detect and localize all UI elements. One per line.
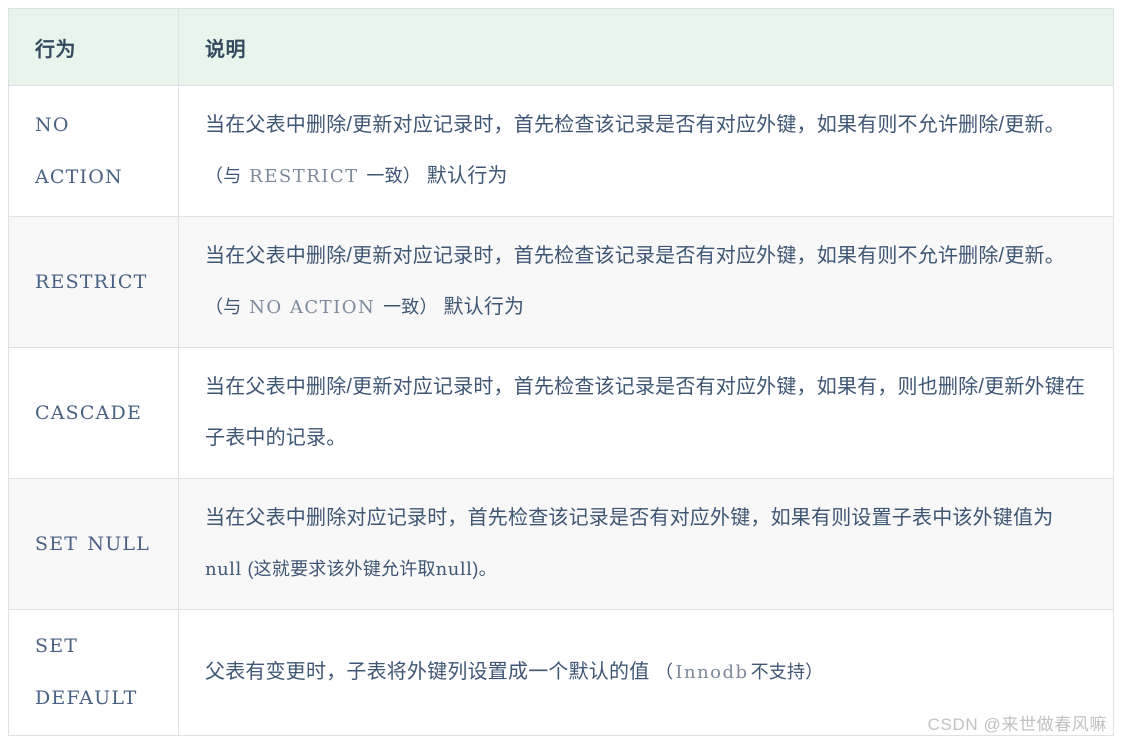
desc-suffix: 默认行为	[443, 296, 525, 318]
desc-suffix: 默认行为	[426, 165, 508, 187]
cell-description-restrict: 当在父表中删除/更新对应记录时，首先检查该记录是否有对应外键，如果有则不允许删除…	[178, 216, 1114, 348]
desc-text: 当在父表中删除/更新对应记录时，首先检查该记录是否有对应外键，如果有，则也删除/…	[205, 376, 1086, 449]
desc-code-null-2: null	[435, 559, 473, 580]
cell-description-cascade: 当在父表中删除/更新对应记录时，首先检查该记录是否有对应外键，如果有，则也删除/…	[178, 347, 1114, 479]
table-header-row: 行为 说明	[8, 8, 1114, 86]
desc-text: 当在父表中删除/更新对应记录时，首先检查该记录是否有对应外键，如果有则不允许删除…	[205, 114, 1065, 136]
desc-paren-open: （	[655, 661, 674, 682]
column-header-action: 行为	[8, 8, 179, 86]
foreign-key-behavior-table-container: 行为 说明 NO ACTION 当在父表中删除/更新对应记录时，首先检查该记录是…	[8, 8, 1114, 736]
desc-tail-text: )。	[472, 559, 497, 579]
table-row: SET NULL 当在父表中删除对应记录时，首先检查该记录是否有对应外键，如果有…	[8, 478, 1114, 610]
cell-description-no-action: 当在父表中删除/更新对应记录时，首先检查该记录是否有对应外键，如果有则不允许删除…	[178, 85, 1114, 217]
column-header-description: 说明	[178, 8, 1114, 86]
cell-action-restrict: RESTRICT	[8, 216, 179, 348]
desc-paren-close: 一致）	[366, 166, 422, 186]
desc-keyword: RESTRICT	[249, 166, 359, 187]
table-row: SET DEFAULT 父表有变更时，子表将外键列设置成一个默认的值 （Inno…	[8, 609, 1114, 736]
desc-text: 父表有变更时，子表将外键列设置成一个默认的值	[205, 660, 650, 683]
desc-text: 当在父表中删除/更新对应记录时，首先检查该记录是否有对应外键，如果有则不允许删除…	[205, 245, 1065, 267]
table-row: RESTRICT 当在父表中删除/更新对应记录时，首先检查该记录是否有对应外键，…	[8, 216, 1114, 348]
cell-description-set-default: 父表有变更时，子表将外键列设置成一个默认的值 （Innodb 不支持）	[178, 609, 1114, 736]
cell-action-cascade: CASCADE	[8, 347, 179, 479]
cell-action-set-null: SET NULL	[8, 478, 179, 610]
desc-text: 当在父表中删除对应记录时，首先检查该记录是否有对应外键，如果有则设置子表中该外键…	[205, 507, 1054, 529]
foreign-key-behavior-table: 行为 说明 NO ACTION 当在父表中删除/更新对应记录时，首先检查该记录是…	[8, 8, 1114, 736]
cell-action-set-default: SET DEFAULT	[8, 609, 179, 736]
desc-paren-close: 不支持）	[750, 661, 824, 682]
table-row: NO ACTION 当在父表中删除/更新对应记录时，首先检查该记录是否有对应外键…	[8, 85, 1114, 217]
cell-description-set-null: 当在父表中删除对应记录时，首先检查该记录是否有对应外键，如果有则设置子表中该外键…	[178, 478, 1114, 610]
desc-mid-text: (这就要求该外键允许取	[247, 559, 436, 579]
cell-action-no-action: NO ACTION	[8, 85, 179, 217]
desc-code-null-1: null	[205, 559, 242, 580]
desc-keyword: Innodb	[675, 661, 749, 683]
table-row: CASCADE 当在父表中删除/更新对应记录时，首先检查该记录是否有对应外键，如…	[8, 347, 1114, 479]
desc-paren-open: （与	[205, 166, 242, 186]
desc-keyword: NO ACTION	[249, 297, 376, 318]
desc-paren-open: （与	[205, 297, 242, 317]
desc-paren-close: 一致）	[383, 297, 438, 317]
table-body: NO ACTION 当在父表中删除/更新对应记录时，首先检查该记录是否有对应外键…	[8, 85, 1114, 736]
table-header: 行为 说明	[8, 8, 1114, 86]
